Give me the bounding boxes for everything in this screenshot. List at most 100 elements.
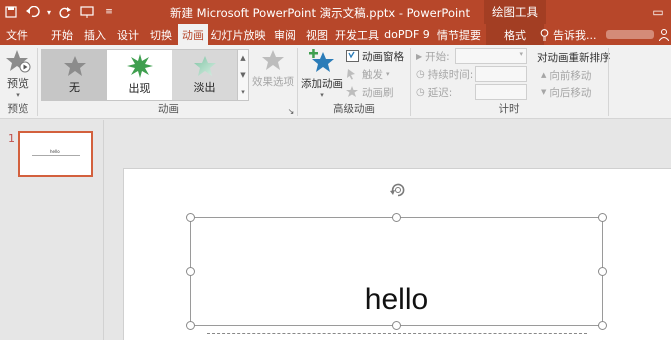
trigger-icon bbox=[347, 69, 355, 80]
chevron-down-icon: ▾ bbox=[519, 50, 523, 58]
add-animation-icon bbox=[309, 49, 334, 72]
group-label-preview: 预览 bbox=[7, 103, 29, 115]
trigger-label: 触发 bbox=[362, 68, 383, 81]
undo-icon[interactable] bbox=[22, 1, 44, 23]
start-select[interactable]: ▾ bbox=[455, 48, 527, 64]
tab-format[interactable]: 格式 bbox=[486, 24, 544, 45]
group-divider bbox=[608, 48, 609, 116]
gallery-item-appear[interactable]: 出现 bbox=[107, 50, 172, 100]
resize-handle-top-right[interactable] bbox=[598, 213, 607, 222]
start-label: 开始: bbox=[425, 50, 450, 63]
resize-handle-bottom[interactable] bbox=[392, 321, 401, 330]
document-title: 新建 Microsoft PowerPoint 演示文稿.pptx - Powe… bbox=[170, 6, 470, 20]
starburst-appear-icon bbox=[126, 54, 153, 78]
tab-dopdf[interactable]: doPDF 9 bbox=[384, 24, 430, 45]
share-icon[interactable] bbox=[659, 24, 671, 45]
add-animation-button[interactable]: 添加动画 ▾ bbox=[301, 49, 343, 101]
delay-spinner[interactable] bbox=[475, 84, 527, 100]
window-controls: ▭ bbox=[649, 0, 667, 24]
ribbon-animations: 预览 ▾ 预览 无 出现 淡出 ▲ ▼ ▾ 效果选项 动画 ↘ 添加动画 ▾ 动… bbox=[0, 45, 671, 119]
animation-painter-button[interactable]: 动画刷 bbox=[346, 84, 394, 100]
customize-qat-icon[interactable]: ≡ bbox=[98, 1, 120, 23]
group-label-timing: 计时 bbox=[498, 103, 520, 115]
animation-pane-label: 动画窗格 bbox=[362, 50, 404, 63]
resize-handle-top-left[interactable] bbox=[186, 213, 195, 222]
tab-file[interactable]: 文件 bbox=[0, 24, 34, 45]
gallery-label-none: 无 bbox=[69, 81, 80, 94]
subtitle-placeholder-edge[interactable] bbox=[207, 333, 587, 340]
group-label-advanced-animation: 高级动画 bbox=[333, 103, 375, 115]
group-label-animation: 动画 bbox=[158, 103, 179, 115]
slide-thumbnail[interactable]: hello bbox=[18, 131, 93, 177]
gallery-label-appear: 出现 bbox=[128, 82, 151, 95]
quick-access-toolbar: ▾ ≡ bbox=[0, 0, 120, 24]
tab-design[interactable]: 设计 bbox=[113, 24, 143, 45]
star-none-icon bbox=[63, 56, 86, 76]
save-icon[interactable] bbox=[0, 1, 22, 23]
tab-review[interactable]: 审阅 bbox=[270, 24, 300, 45]
chevron-down-icon: ▾ bbox=[16, 91, 20, 99]
gallery-item-none[interactable]: 无 bbox=[42, 50, 107, 100]
resize-handle-right[interactable] bbox=[598, 267, 607, 276]
slides-thumbnail-pane: 1 hello bbox=[0, 120, 104, 340]
star-play-icon bbox=[6, 50, 31, 73]
trigger-button[interactable]: 触发 ▾ bbox=[346, 66, 390, 82]
present-from-start-icon[interactable] bbox=[76, 1, 98, 23]
animation-painter-icon bbox=[346, 86, 358, 97]
delay-clock-icon: ◷ bbox=[416, 86, 425, 98]
effect-star-icon bbox=[262, 50, 284, 70]
gallery-up-icon[interactable]: ▲ bbox=[240, 54, 245, 62]
move-later-button[interactable]: ▼ 向后移动 bbox=[541, 84, 591, 100]
chevron-down-icon[interactable]: ▾ bbox=[44, 1, 54, 23]
animation-pane-icon bbox=[346, 50, 359, 62]
resize-handle-bottom-left[interactable] bbox=[186, 321, 195, 330]
rotate-handle-icon[interactable] bbox=[389, 181, 407, 199]
tab-home[interactable]: 开始 bbox=[47, 24, 77, 45]
chevron-down-icon: ▾ bbox=[320, 91, 324, 99]
duration-spinner[interactable] bbox=[475, 66, 527, 82]
tab-slideshow[interactable]: 幻灯片放映 bbox=[210, 24, 266, 45]
group-divider bbox=[410, 48, 411, 116]
gallery-more-icon[interactable]: ▾ bbox=[241, 88, 245, 96]
tab-view[interactable]: 视图 bbox=[302, 24, 332, 45]
reorder-animation-title: 对动画重新排序 bbox=[537, 52, 611, 64]
add-animation-label: 添加动画 bbox=[301, 78, 343, 90]
redo-icon[interactable] bbox=[54, 1, 76, 23]
star-fade-icon bbox=[193, 56, 216, 76]
slide-title-text[interactable]: hello bbox=[190, 283, 603, 317]
drawing-tools-context-title: 绘图工具 bbox=[484, 0, 546, 24]
dialog-launcher-icon[interactable]: ↘ bbox=[286, 107, 296, 116]
animation-gallery: 无 出现 淡出 bbox=[41, 49, 238, 101]
start-label-row: ▶ 开始: bbox=[416, 48, 450, 64]
delay-label: 延迟: bbox=[427, 86, 453, 99]
effect-options-button[interactable]: 效果选项 bbox=[252, 49, 294, 101]
resize-handle-left[interactable] bbox=[186, 267, 195, 276]
gallery-item-fade[interactable]: 淡出 bbox=[172, 50, 237, 100]
thumbnail-subline bbox=[32, 155, 80, 156]
tell-me-label: 告诉我... bbox=[553, 28, 597, 42]
move-earlier-label: 向前移动 bbox=[549, 69, 592, 82]
tab-storyboard[interactable]: 情节提要 bbox=[434, 24, 484, 45]
thumbnail-title: hello bbox=[50, 149, 60, 154]
gallery-down-icon[interactable]: ▼ bbox=[240, 71, 245, 79]
resize-handle-top[interactable] bbox=[392, 213, 401, 222]
gallery-scroll[interactable]: ▲ ▼ ▾ bbox=[238, 49, 249, 101]
clock-icon: ◷ bbox=[416, 68, 425, 80]
ribbon-tab-row: 文件 开始 插入 设计 切换 动画 幻灯片放映 审阅 视图 开发工具 doPDF… bbox=[0, 24, 671, 45]
preview-label: 预览 bbox=[7, 77, 29, 90]
resize-handle-bottom-right[interactable] bbox=[598, 321, 607, 330]
tab-animations[interactable]: 动画 bbox=[178, 24, 208, 45]
tab-insert[interactable]: 插入 bbox=[80, 24, 110, 45]
tab-transitions[interactable]: 切换 bbox=[146, 24, 176, 45]
user-account-name[interactable] bbox=[606, 30, 654, 39]
tab-developer[interactable]: 开发工具 bbox=[334, 24, 380, 45]
move-earlier-button[interactable]: ▲ 向前移动 bbox=[541, 67, 591, 83]
effect-options-label: 效果选项 bbox=[252, 76, 294, 88]
play-icon: ▶ bbox=[416, 51, 423, 61]
ribbon-display-options-icon[interactable]: ▭ bbox=[649, 5, 667, 19]
animation-pane-button[interactable]: 动画窗格 bbox=[346, 48, 404, 64]
preview-button[interactable]: 预览 ▾ bbox=[2, 49, 34, 101]
gallery-label-fade: 淡出 bbox=[193, 81, 216, 94]
animation-painter-label: 动画刷 bbox=[362, 86, 394, 99]
tell-me-search[interactable]: 告诉我... bbox=[540, 24, 597, 45]
